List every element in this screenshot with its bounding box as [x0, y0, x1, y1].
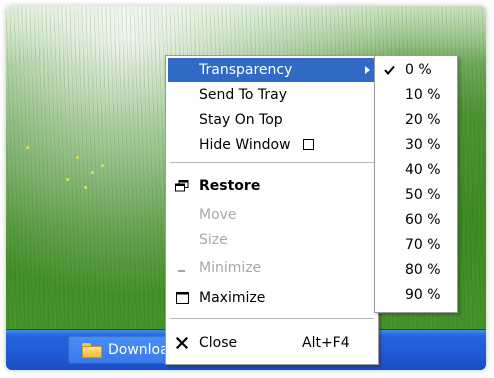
menu-item-minimize[interactable]: Minimize	[168, 256, 376, 280]
submenu-item-90[interactable]: 90 %	[377, 283, 455, 308]
menu-item-size[interactable]: Size	[168, 228, 376, 252]
folder-icon	[82, 342, 102, 358]
checkbox-icon[interactable]	[302, 139, 314, 150]
transparency-submenu: 0 % 10 % 20 % 30 % 40 % 50 % 60 % 70 % 8…	[374, 55, 458, 313]
menu-item-restore[interactable]: Restore	[168, 174, 376, 198]
submenu-arrow-icon	[365, 66, 370, 74]
submenu-item-label: 40 %	[405, 162, 441, 178]
menu-item-label: Restore	[199, 178, 261, 194]
submenu-item-label: 20 %	[405, 112, 441, 128]
checkmark-icon	[381, 61, 397, 79]
menu-item-stay-on-top[interactable]: Stay On Top	[168, 108, 376, 132]
submenu-item-60[interactable]: 60 %	[377, 208, 455, 233]
close-icon	[172, 333, 192, 353]
menu-item-maximize[interactable]: Maximize	[168, 286, 376, 310]
menu-item-label: Stay On Top	[199, 112, 283, 128]
submenu-item-10[interactable]: 10 %	[377, 83, 455, 108]
menu-item-shortcut: Alt+F4	[302, 335, 350, 351]
menu-separator	[170, 162, 374, 163]
submenu-item-label: 70 %	[405, 237, 441, 253]
menu-item-label: Maximize	[199, 290, 266, 306]
submenu-item-40[interactable]: 40 %	[377, 158, 455, 183]
submenu-item-50[interactable]: 50 %	[377, 183, 455, 208]
submenu-item-label: 90 %	[405, 287, 441, 303]
submenu-item-30[interactable]: 30 %	[377, 133, 455, 158]
submenu-item-20[interactable]: 20 %	[377, 108, 455, 133]
menu-item-transparency[interactable]: Transparency	[168, 58, 376, 82]
menu-item-label: Move	[199, 207, 237, 223]
wallpaper-flower	[84, 186, 87, 189]
menu-item-label: Hide Window	[199, 137, 291, 153]
window-context-menu: Transparency Send To Tray Stay On Top Hi…	[165, 55, 379, 365]
menu-item-label: Close	[199, 335, 238, 351]
submenu-item-label: 0 %	[405, 62, 432, 78]
wallpaper-flower	[76, 156, 79, 159]
menu-item-label: Minimize	[199, 260, 262, 276]
minimize-icon	[172, 258, 192, 278]
submenu-item-label: 30 %	[405, 137, 441, 153]
submenu-item-label: 80 %	[405, 262, 441, 278]
menu-item-label: Send To Tray	[199, 87, 288, 103]
submenu-item-0[interactable]: 0 %	[377, 58, 455, 83]
menu-item-hide-window[interactable]: Hide Window	[168, 133, 376, 157]
submenu-item-label: 60 %	[405, 212, 441, 228]
submenu-item-label: 50 %	[405, 187, 441, 203]
wallpaper-flower	[66, 178, 69, 181]
menu-separator	[170, 318, 374, 319]
menu-item-send-to-tray[interactable]: Send To Tray	[168, 83, 376, 107]
submenu-item-70[interactable]: 70 %	[377, 233, 455, 258]
wallpaper-flower	[26, 146, 29, 149]
menu-item-label: Transparency	[199, 62, 293, 78]
restore-window-icon	[172, 176, 192, 196]
submenu-item-80[interactable]: 80 %	[377, 258, 455, 283]
menu-item-label: Size	[199, 232, 228, 248]
menu-item-close[interactable]: Close Alt+F4	[168, 331, 376, 355]
submenu-item-label: 10 %	[405, 87, 441, 103]
wallpaper-flower	[101, 164, 104, 167]
wallpaper-flower	[91, 171, 94, 174]
screenshot-frame: Downloads Transparency Send To Tray Stay…	[0, 0, 494, 378]
menu-item-move[interactable]: Move	[168, 203, 376, 227]
maximize-icon	[172, 288, 192, 308]
